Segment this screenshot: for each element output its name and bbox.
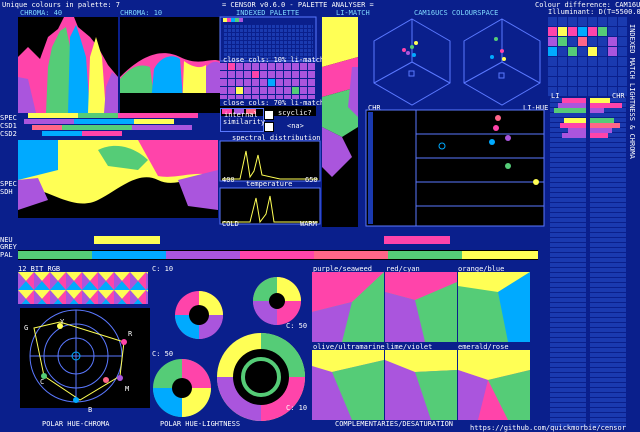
polar-hue-lightness-label: POLAR HUE-LIGHTNESS: [160, 420, 241, 428]
complementaries-label: COMPLEMENTARIES/DESATURATION: [335, 420, 454, 428]
pal-label: PAL: [0, 251, 13, 259]
illuminant-label: Illuminant: D(T=5500.0°K): [548, 8, 640, 16]
li-match-plot: [322, 17, 358, 227]
app-title: = CENSOR v0.6.0 - PALETTE ANALYSER =: [222, 1, 374, 9]
nm400-label: 400: [222, 176, 235, 184]
nm650-label: 650: [305, 176, 318, 184]
palette-match-grid: [548, 17, 628, 97]
spectral-distribution-plot: [219, 140, 321, 182]
side-vertical-label: INDEXED MATCH LIGHTNESS & CHROMA: [628, 24, 636, 159]
unique-colours-label: Unique colours in palette: 7: [2, 1, 121, 9]
chroma40-hue-plot: [18, 17, 118, 113]
hue-letter-g: G: [24, 324, 29, 332]
spec2-label: SPEC: [0, 180, 17, 188]
sdh-label: SDH: [0, 188, 13, 196]
compl-purple-seaweed: [312, 272, 384, 342]
hue-letter-c: C: [40, 378, 45, 386]
similarity-label: similarity: [223, 118, 266, 126]
chroma10-hue-plot: [120, 17, 220, 113]
temperature-plot: [219, 187, 321, 225]
compl-olive-ultramarine: [312, 350, 384, 420]
cam16-colourspace-plot: [373, 18, 541, 106]
close-cols-10-grid: [220, 63, 316, 99]
compl-emerald-rose: [458, 350, 530, 420]
c10-label-a: C: 10: [152, 265, 174, 273]
github-link[interactable]: https://github.com/quickmorbie/censor: [470, 424, 626, 432]
scyclic-label: scyclic?: [278, 109, 312, 117]
similarity-box: internal similarity: [220, 108, 266, 132]
indexed-palette-label: INDEXED PALETTE: [236, 9, 300, 17]
c50-label-a: C: 50: [286, 322, 308, 330]
csd2-label: CSD2: [0, 130, 17, 138]
spectral-hue-plot: [18, 140, 218, 218]
hue-letter-b: B: [88, 406, 93, 414]
warm-label: WARM: [300, 220, 317, 228]
spec-label: SPEC: [0, 114, 17, 122]
polar-hue-chroma-label: POLAR HUE-CHROMA: [42, 420, 110, 428]
c50-label-b: C: 50: [152, 350, 174, 358]
compl-red-cyan: [385, 272, 457, 342]
grey-label: GREY: [0, 243, 17, 251]
circle-c50-b: [153, 359, 211, 417]
chroma40-label: CHROMA: 40: [20, 9, 63, 17]
temperature-label: temperature: [246, 180, 293, 188]
similarity-checkbox[interactable]: [264, 110, 274, 120]
cam16-label: CAM16UCS COLOURSPACE: [414, 9, 499, 17]
lightness-chroma-bars: [550, 98, 626, 428]
polar-hue-chroma-plot: [20, 308, 150, 408]
li-hue-plot: [365, 109, 545, 227]
scyclic-value: <na>: [287, 122, 304, 130]
cold-label: COLD: [222, 220, 239, 228]
spectral-bars: [24, 113, 198, 136]
compl-lime-violet: [385, 350, 457, 420]
chroma10-label: CHROMA: 10: [120, 9, 163, 17]
li-match-label: LI-MATCH: [336, 9, 370, 17]
c10-label-b: C: 10: [286, 404, 308, 412]
circle-c50-a: [253, 277, 301, 325]
hue-letter-r: R: [128, 330, 133, 338]
csd1-label: CSD1: [0, 122, 17, 130]
scyclic-checkbox[interactable]: [264, 122, 274, 132]
12bit-rgb-plot: [18, 272, 148, 304]
hue-letter-m: M: [125, 385, 130, 393]
indexed-palette-grid: [219, 16, 317, 62]
hue-letter-y: Y: [60, 318, 65, 326]
palette-strip: [18, 236, 538, 260]
compl-orange-blue: [458, 272, 530, 342]
